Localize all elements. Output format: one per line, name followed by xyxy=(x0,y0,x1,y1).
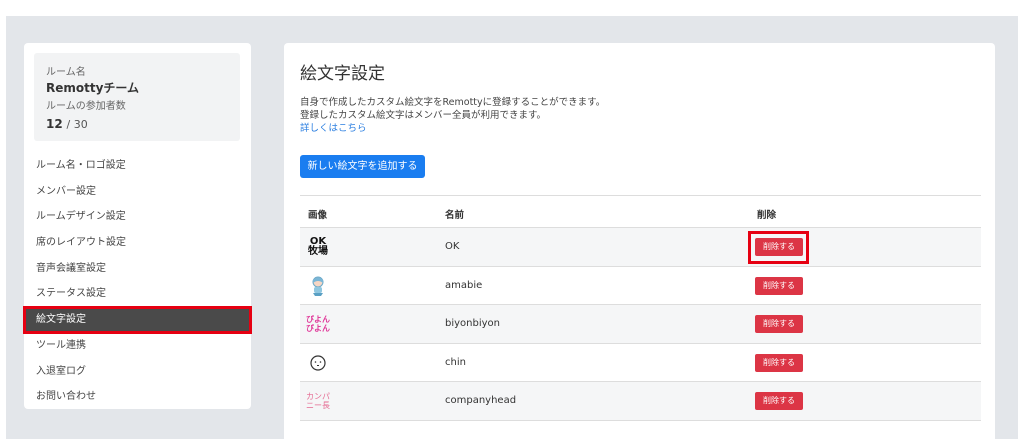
menu-item-room-name-logo[interactable]: ルーム名・ロゴ設定 xyxy=(24,153,251,179)
room-name: Remottyチーム xyxy=(46,81,140,95)
delete-button[interactable]: 削除する xyxy=(755,238,803,256)
amabie-icon xyxy=(306,274,330,298)
emoji-ok-text: OK 牧場 xyxy=(308,236,328,257)
add-emoji-button[interactable]: 新しい絵文字を追加する xyxy=(300,155,425,178)
table-row: amabie 削除する xyxy=(300,267,981,305)
face-icon xyxy=(306,351,330,375)
emoji-companyhead-text: カンパ ニー長 xyxy=(306,392,330,410)
menu-item-tool-integration[interactable]: ツール連携 xyxy=(24,333,251,359)
details-link[interactable]: 詳しくはこちら xyxy=(300,123,367,134)
header-image: 画像 xyxy=(308,210,328,221)
emoji-table: 画像 名前 削除 OK 牧場 OK 削除する amabie 削除する びよん び… xyxy=(300,195,981,421)
menu-item-status[interactable]: ステータス設定 xyxy=(24,281,251,307)
menu-item-voice-room[interactable]: 音声会議室設定 xyxy=(24,256,251,282)
main-panel: 絵文字設定 自身で作成したカスタム絵文字をRemottyに登録することができます… xyxy=(284,43,995,439)
table-row: カンパ ニー長 companyhead 削除する xyxy=(300,382,981,421)
table-header: 画像 名前 削除 xyxy=(300,196,981,228)
members-label: ルームの参加者数 xyxy=(46,101,126,112)
menu-item-entry-log[interactable]: 入退室ログ xyxy=(24,359,251,385)
emoji-name: chin xyxy=(445,356,466,368)
settings-sidebar: ルーム名 Remottyチーム ルームの参加者数 12 / 30 ルーム名・ロゴ… xyxy=(23,43,252,410)
menu-item-emoji[interactable]: 絵文字設定 xyxy=(23,306,252,334)
description: 自身で作成したカスタム絵文字をRemottyに登録することができます。 登録した… xyxy=(300,96,605,135)
menu-item-members[interactable]: メンバー設定 xyxy=(24,179,251,205)
delete-button[interactable]: 削除する xyxy=(755,392,803,410)
emoji-biyonbiyon-text: びよん びよん xyxy=(306,315,330,333)
table-row: OK 牧場 OK 削除する xyxy=(300,228,981,267)
emoji-ok-image: OK 牧場 xyxy=(306,235,330,259)
room-info-box: ルーム名 Remottyチーム ルームの参加者数 12 / 30 xyxy=(34,53,240,141)
members-max-value: / 30 xyxy=(66,118,88,131)
emoji-name: amabie xyxy=(445,279,483,291)
members-count: 12 / 30 xyxy=(46,116,240,133)
delete-button[interactable]: 削除する xyxy=(755,353,803,372)
emoji-name: companyhead xyxy=(445,395,517,406)
menu-item-room-design[interactable]: ルームデザイン設定 xyxy=(24,204,251,230)
description-line-1: 自身で作成したカスタム絵文字をRemottyに登録することができます。 xyxy=(300,97,606,108)
room-name-label: ルーム名 xyxy=(46,67,86,78)
delete-button[interactable]: 削除する xyxy=(755,276,803,295)
header-name: 名前 xyxy=(445,210,465,221)
settings-menu: ルーム名・ロゴ設定 メンバー設定 ルームデザイン設定 席のレイアウト設定 音声会… xyxy=(23,153,252,410)
page-title: 絵文字設定 xyxy=(300,64,385,84)
emoji-name: OK xyxy=(445,241,460,252)
menu-item-contact[interactable]: お問い合わせ xyxy=(24,384,251,410)
delete-button[interactable]: 削除する xyxy=(755,315,803,333)
header-delete: 削除 xyxy=(757,210,777,221)
description-line-2: 登録したカスタム絵文字はメンバー全員が利用できます。 xyxy=(300,110,547,121)
members-count-value: 12 xyxy=(46,117,63,131)
emoji-biyonbiyon-image: びよん びよん xyxy=(306,312,330,336)
emoji-name: biyonbiyon xyxy=(445,318,500,329)
emoji-companyhead-image: カンパ ニー長 xyxy=(306,389,330,413)
table-row: chin 削除する xyxy=(300,344,981,382)
menu-item-seat-layout[interactable]: 席のレイアウト設定 xyxy=(24,230,251,256)
table-row: びよん びよん biyonbiyon 削除する xyxy=(300,305,981,344)
